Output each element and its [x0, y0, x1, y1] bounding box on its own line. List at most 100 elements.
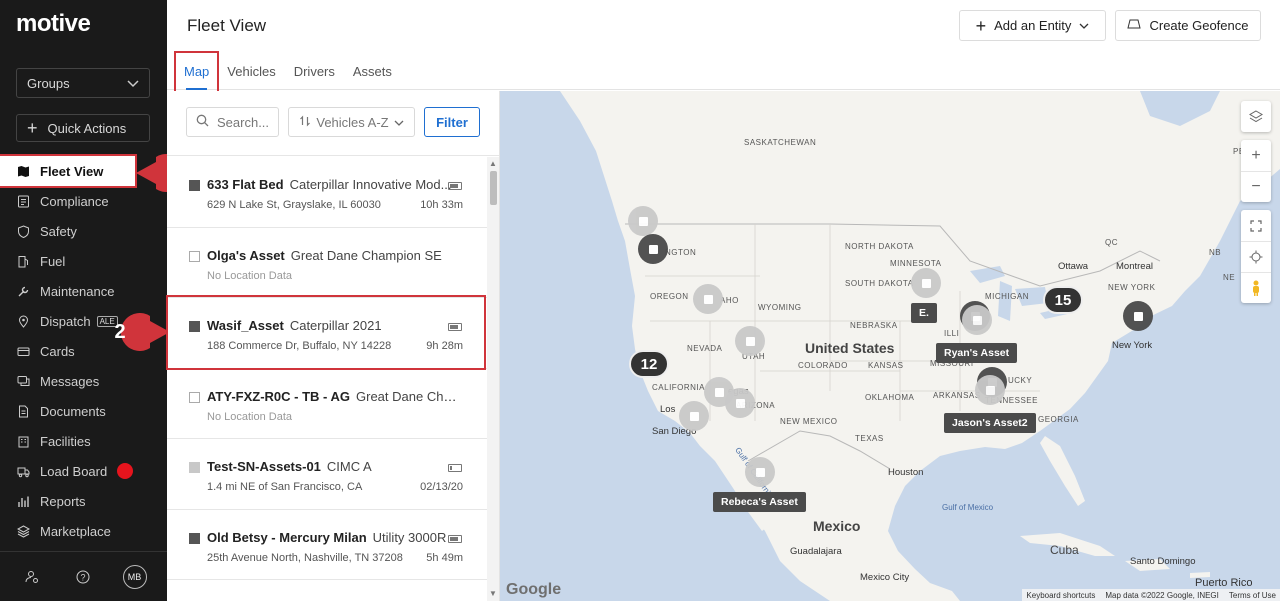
asset-tag[interactable]: Rebeca's Asset: [713, 492, 806, 512]
groups-label: Groups: [27, 75, 70, 91]
chevron-down-icon: [394, 115, 404, 130]
sidebar-item-fleet-view[interactable]: Fleet View: [0, 154, 137, 188]
list-item[interactable]: ATY-FXZ-R0C - TB - AG Great Dane Cham... …: [167, 369, 487, 439]
quick-actions-button[interactable]: + Quick Actions: [16, 114, 150, 142]
asset-marker[interactable]: [638, 234, 668, 264]
asset-time: 5h 49m: [426, 551, 463, 564]
scroll-up-icon[interactable]: ▲: [489, 159, 497, 168]
sidebar-item-fuel[interactable]: Fuel: [0, 246, 167, 276]
sidebar-item-maintenance[interactable]: Maintenance: [0, 276, 167, 306]
zoom-out-button[interactable]: −: [1241, 171, 1271, 202]
asset-marker[interactable]: [725, 388, 755, 418]
sidebar-item-marketplace[interactable]: Marketplace: [0, 516, 167, 546]
list-scrollbar[interactable]: ▲ ▼: [487, 157, 499, 601]
motive-logo[interactable]: motive: [16, 10, 91, 38]
layers-control[interactable]: [1241, 101, 1271, 132]
asset-location: No Location Data: [207, 410, 292, 423]
asset-tag[interactable]: Jason's Asset2: [944, 413, 1036, 433]
list-icon: [16, 194, 30, 208]
asset-marker[interactable]: [911, 268, 941, 298]
asset-marker[interactable]: [1123, 301, 1153, 331]
terms-link[interactable]: Terms of Use: [1229, 591, 1276, 600]
status-indicator: [189, 180, 200, 191]
asset-location: 25th Avenue North, Nashville, TN 37208: [207, 551, 403, 564]
list-item[interactable]: Olga's Asset Great Dane Champion SE No Lo…: [167, 228, 487, 298]
asset-cluster[interactable]: 12: [629, 350, 669, 378]
asset-model: Great Dane Cham...: [356, 388, 463, 404]
asset-name: Olga's Asset: [207, 247, 285, 263]
asset-tag[interactable]: Ryan's Asset: [936, 343, 1018, 363]
zoom-in-button[interactable]: +: [1241, 140, 1271, 171]
asset-cluster[interactable]: 15: [1043, 286, 1083, 314]
map-data-text: Map data ©2022 Google, INEGI: [1105, 590, 1219, 600]
keyboard-shortcuts-link[interactable]: Keyboard shortcuts: [1026, 591, 1095, 600]
fleet-map[interactable]: SASKATCHEWAN NGTON OREGON AHO NORTH DAKO…: [500, 91, 1280, 601]
sort-dropdown[interactable]: Vehicles A-Z: [288, 107, 415, 137]
battery-icon: [448, 182, 462, 190]
asset-location: 629 N Lake St, Grayslake, IL 60030: [207, 199, 381, 211]
scrollbar-thumb[interactable]: [490, 171, 497, 205]
list-item[interactable]: 633 Flat Bed Caterpillar Innovative Mod..…: [167, 157, 487, 228]
asset-marker[interactable]: [735, 326, 765, 356]
map-label: QC: [1105, 238, 1118, 247]
map-label: NE: [1223, 273, 1236, 282]
asset-marker[interactable]: [679, 401, 709, 431]
tab-vehicles[interactable]: Vehicles: [218, 52, 284, 90]
map-label-city: Puerto Rico: [1195, 577, 1253, 589]
street-view-icon[interactable]: [1241, 272, 1271, 303]
search-input[interactable]: Search...: [186, 107, 279, 137]
sidebar-item-label: Marketplace: [40, 523, 111, 539]
sidebar-item-messages[interactable]: Messages: [0, 366, 167, 396]
map-label: NEBRASKA: [850, 321, 898, 330]
list-item[interactable]: Test-SN-Assets-01 CIMC A 1.4 mi NE of San…: [167, 439, 487, 510]
building-icon: [16, 434, 30, 448]
map-label-city: Houston: [888, 467, 924, 478]
map-label: GEORGIA: [1038, 415, 1079, 424]
groups-dropdown[interactable]: Groups: [16, 68, 150, 98]
tab-drivers[interactable]: Drivers: [285, 52, 344, 90]
fuel-icon: [16, 254, 30, 268]
sidebar-item-documents[interactable]: Documents: [0, 396, 167, 426]
quick-actions-label: Quick Actions: [47, 120, 127, 136]
help-icon[interactable]: ?: [72, 566, 94, 588]
list-item[interactable]: Old Betsy - Mercury Milan Utility 3000R 2…: [167, 510, 487, 580]
asset-marker[interactable]: [962, 305, 992, 335]
add-entity-button[interactable]: + Add an Entity: [959, 10, 1106, 41]
battery-low-icon: [448, 464, 462, 472]
map-label: KANSAS: [868, 361, 904, 370]
notification-dot: [117, 463, 134, 479]
asset-name: ATY-FXZ-R0C - TB - AG: [207, 388, 350, 404]
asset-marker[interactable]: [745, 457, 775, 487]
filter-button[interactable]: Filter: [424, 107, 480, 137]
asset-marker[interactable]: [628, 206, 658, 236]
asset-name: 633 Flat Bed: [207, 177, 284, 192]
view-controls: [1241, 210, 1271, 303]
sidebar-item-safety[interactable]: Safety: [0, 216, 167, 246]
chat-icon: [16, 374, 30, 388]
sidebar-item-load-board[interactable]: Load Board: [0, 456, 167, 486]
sidebar-item-label: Messages: [40, 373, 100, 389]
sidebar-item-facilities[interactable]: Facilities: [0, 426, 167, 456]
scroll-down-icon[interactable]: ▼: [489, 589, 497, 598]
asset-tag[interactable]: E.: [911, 303, 937, 323]
shield-icon: [16, 224, 30, 238]
avatar[interactable]: MB: [122, 564, 147, 589]
map-label: UCKY: [1008, 376, 1033, 385]
tab-assets[interactable]: Assets: [344, 52, 401, 90]
user-settings-icon[interactable]: [21, 566, 43, 588]
map-label-country: Mexico: [813, 518, 861, 534]
map-label-city: Guadalajara: [790, 546, 842, 557]
sidebar-item-reports[interactable]: Reports: [0, 486, 167, 516]
locate-icon[interactable]: [1241, 241, 1271, 272]
asset-marker[interactable]: [975, 375, 1005, 405]
page-title: Fleet View: [187, 16, 267, 35]
layers-icon[interactable]: [1241, 101, 1271, 132]
chevron-down-icon: [1079, 18, 1089, 33]
create-geofence-button[interactable]: Create Geofence: [1115, 10, 1261, 41]
callout-marker-2: 2: [104, 313, 170, 351]
asset-marker[interactable]: [693, 284, 723, 314]
status-indicator: [189, 391, 200, 403]
map-label-city: Ottawa: [1058, 261, 1089, 272]
asset-name: Test-SN-Assets-01: [207, 459, 321, 474]
fullscreen-icon[interactable]: [1241, 210, 1271, 241]
